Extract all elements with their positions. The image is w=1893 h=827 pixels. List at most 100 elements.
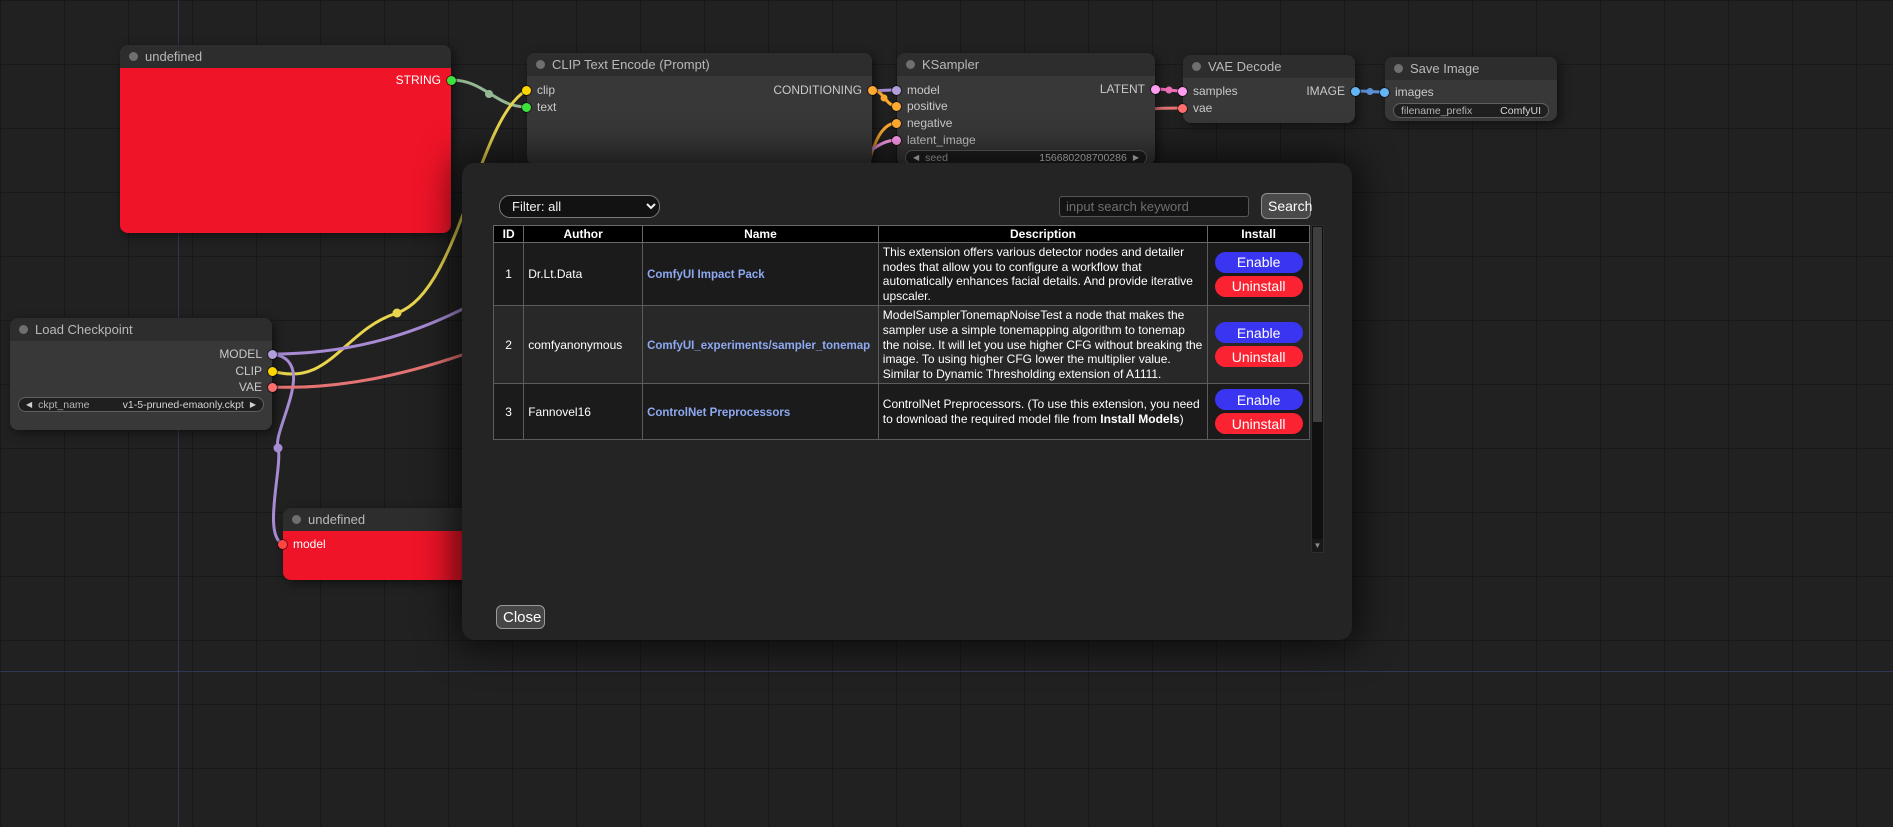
output-slot-label: CONDITIONING xyxy=(773,83,862,97)
node-save-image[interactable]: Save Image images filename_prefix ComfyU… xyxy=(1385,57,1557,121)
output-slot-label: MODEL xyxy=(219,347,262,361)
output-slot-conditioning[interactable] xyxy=(868,86,877,95)
input-slot-vae[interactable] xyxy=(1178,104,1187,113)
input-slot-label: positive xyxy=(907,99,948,113)
node-clip-text-encode[interactable]: CLIP Text Encode (Prompt) clip text COND… xyxy=(527,53,872,165)
extension-link[interactable]: ComfyUI Impact Pack xyxy=(647,269,765,281)
input-slot-label: clip xyxy=(537,83,555,97)
output-slot-label: STRING xyxy=(396,73,441,87)
input-slot-label: images xyxy=(1395,85,1434,99)
filter-select[interactable]: Filter: all xyxy=(499,195,660,218)
node-title-bar: VAE Decode xyxy=(1183,55,1355,78)
cell-description: This extension offers various detector n… xyxy=(878,243,1207,306)
output-slot-clip[interactable] xyxy=(268,367,277,376)
node-title: Save Image xyxy=(1410,61,1479,76)
scrollbar-thumb[interactable] xyxy=(1313,227,1322,422)
table-scrollbar[interactable]: ▼ xyxy=(1311,225,1324,553)
increment-arrow-icon[interactable]: ▶ xyxy=(250,400,256,409)
output-slot-string[interactable] xyxy=(447,76,456,85)
input-slot-samples[interactable] xyxy=(1178,87,1187,96)
input-slot-label: model xyxy=(293,537,326,551)
widget-value: v1-5-pruned-emaonly.ckpt xyxy=(123,399,244,411)
node-body: images filename_prefix ComfyUI xyxy=(1385,80,1557,121)
extensions-table-body: 1Dr.Lt.DataComfyUI Impact PackThis exten… xyxy=(494,243,1310,440)
input-slot-latent-image[interactable] xyxy=(892,136,901,145)
node-body: clip text CONDITIONING xyxy=(527,76,872,165)
cell-author: Fannovel16 xyxy=(524,384,643,440)
input-slot-label: model xyxy=(907,83,940,97)
node-title: undefined xyxy=(145,49,202,64)
scrollbar-down-arrow-icon[interactable]: ▼ xyxy=(1312,539,1323,552)
cell-name: ControlNet Preprocessors xyxy=(643,384,879,440)
cell-description: ControlNet Preprocessors. (To use this e… xyxy=(878,384,1207,440)
extension-link[interactable]: ComfyUI_experiments/sampler_tonemap xyxy=(647,340,870,352)
input-slot-label: vae xyxy=(1193,101,1212,115)
cell-name: ComfyUI_experiments/sampler_tonemap xyxy=(643,306,879,384)
column-header-description: Description xyxy=(878,226,1207,243)
input-slot-images[interactable] xyxy=(1380,88,1389,97)
output-slot-image[interactable] xyxy=(1351,87,1360,96)
node-load-checkpoint[interactable]: Load Checkpoint MODEL CLIP VAE ◀ ckpt_na… xyxy=(10,318,272,430)
column-header-id: ID xyxy=(494,226,524,243)
output-slot-label: CLIP xyxy=(235,364,262,378)
node-collapse-dot[interactable] xyxy=(1394,64,1403,73)
widget-name: ckpt_name xyxy=(38,399,89,411)
extension-row: 3Fannovel16ControlNet PreprocessorsContr… xyxy=(494,384,1310,440)
output-slot-vae[interactable] xyxy=(268,383,277,392)
input-slot-positive[interactable] xyxy=(892,102,901,111)
custom-nodes-manager-dialog: Filter: all Search IDAuthorNameDescripti… xyxy=(462,163,1352,640)
node-title: KSampler xyxy=(922,57,979,72)
column-header-name: Name xyxy=(643,226,879,243)
node-undefined-bottom[interactable]: undefined model xyxy=(283,508,473,580)
node-collapse-dot[interactable] xyxy=(1192,62,1201,71)
enable-button[interactable]: Enable xyxy=(1215,389,1303,410)
output-slot-model[interactable] xyxy=(268,350,277,359)
node-collapse-dot[interactable] xyxy=(129,52,138,61)
input-slot-label: latent_image xyxy=(907,133,976,147)
cell-install: Enable Uninstall xyxy=(1208,384,1310,440)
input-slot-model[interactable] xyxy=(892,86,901,95)
node-title-bar: CLIP Text Encode (Prompt) xyxy=(527,53,872,76)
filename-prefix-widget[interactable]: filename_prefix ComfyUI xyxy=(1393,103,1549,118)
node-body: samples vae IMAGE xyxy=(1183,78,1355,123)
node-undefined-top[interactable]: undefined STRING xyxy=(120,45,451,233)
widget-value: 156680208700286 xyxy=(1039,152,1127,164)
input-slot-negative[interactable] xyxy=(892,119,901,128)
node-vae-decode[interactable]: VAE Decode samples vae IMAGE xyxy=(1183,55,1355,123)
node-body: STRING xyxy=(120,68,451,233)
uninstall-button[interactable]: Uninstall xyxy=(1215,413,1303,434)
decrement-arrow-icon[interactable]: ◀ xyxy=(913,153,919,162)
close-button[interactable]: Close xyxy=(496,605,545,629)
cell-description: ModelSamplerTonemapNoiseTest a node that… xyxy=(878,306,1207,384)
input-slot-label: text xyxy=(537,100,556,114)
ckpt-name-widget[interactable]: ◀ ckpt_name v1-5-pruned-emaonly.ckpt ▶ xyxy=(18,397,264,412)
enable-button[interactable]: Enable xyxy=(1215,252,1303,273)
input-slot-label: negative xyxy=(907,116,952,130)
node-ksampler[interactable]: KSampler model positive negative latent_… xyxy=(897,53,1155,165)
node-collapse-dot[interactable] xyxy=(536,60,545,69)
node-collapse-dot[interactable] xyxy=(292,515,301,524)
extension-link[interactable]: ControlNet Preprocessors xyxy=(647,407,790,419)
decrement-arrow-icon[interactable]: ◀ xyxy=(26,400,32,409)
search-button[interactable]: Search xyxy=(1261,193,1311,219)
node-body: model xyxy=(283,531,473,580)
output-slot-label: VAE xyxy=(239,380,262,394)
input-slot-clip[interactable] xyxy=(522,86,531,95)
uninstall-button[interactable]: Uninstall xyxy=(1215,346,1303,367)
node-collapse-dot[interactable] xyxy=(19,325,28,334)
input-slot-model[interactable] xyxy=(278,540,287,549)
node-title: undefined xyxy=(308,512,365,527)
node-title-bar: undefined xyxy=(283,508,473,531)
widget-name: seed xyxy=(925,152,948,164)
cell-id: 2 xyxy=(494,306,524,384)
node-body: model positive negative latent_image LAT… xyxy=(897,76,1155,165)
uninstall-button[interactable]: Uninstall xyxy=(1215,276,1303,297)
input-slot-text[interactable] xyxy=(522,103,531,112)
output-slot-latent[interactable] xyxy=(1151,85,1160,94)
search-input[interactable] xyxy=(1059,196,1249,217)
node-title-bar: KSampler xyxy=(897,53,1155,76)
cell-author: comfyanonymous xyxy=(524,306,643,384)
enable-button[interactable]: Enable xyxy=(1215,322,1303,343)
increment-arrow-icon[interactable]: ▶ xyxy=(1133,153,1139,162)
node-collapse-dot[interactable] xyxy=(906,60,915,69)
